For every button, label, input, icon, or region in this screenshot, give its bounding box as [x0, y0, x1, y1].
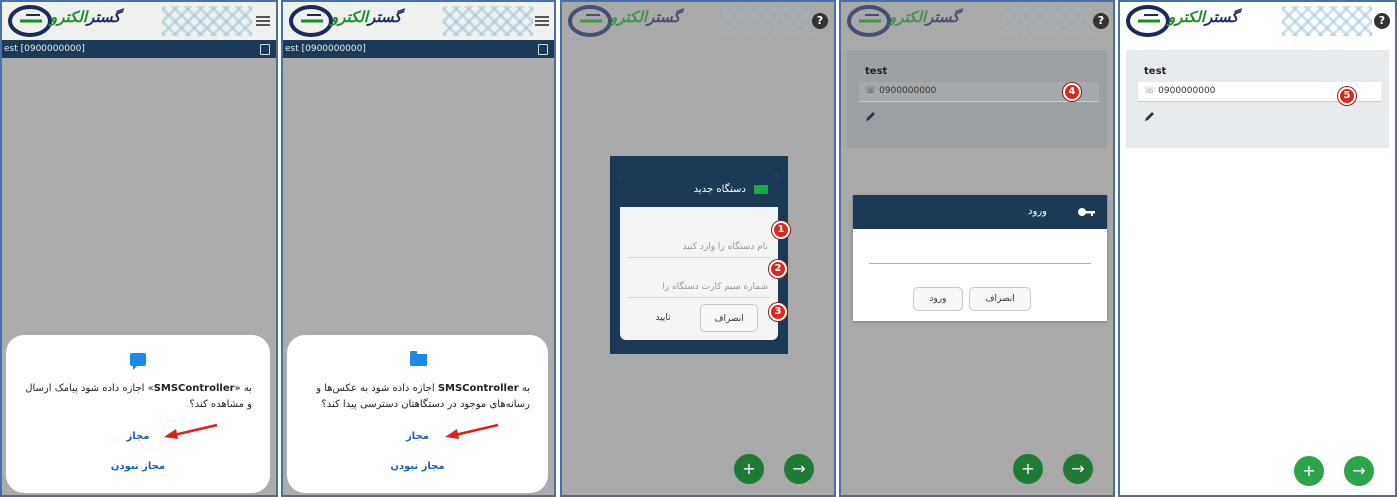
help-icon[interactable]: ?: [1374, 13, 1390, 29]
screen-login: گسترالکترو ? test ☏ 0900000000 4 ورود ان…: [839, 0, 1115, 497]
permission-dialog: به «SMSController» اجازه داده شود پیامک …: [6, 335, 270, 493]
logo-text-part2: گستر: [647, 8, 681, 26]
cancel-button[interactable]: انصراف: [700, 304, 758, 332]
add-button[interactable]: +: [1294, 456, 1324, 486]
edit-icon[interactable]: [865, 110, 877, 122]
logo-text-part2: گستر: [368, 8, 402, 26]
red-arrow-icon: [445, 423, 499, 439]
logo-text: گسترالکترو: [50, 8, 120, 26]
red-arrow-icon: [164, 423, 218, 439]
screen-new-device: گسترالکترو ? دستگاه جدید نام دستگاه را و…: [560, 0, 836, 497]
next-button[interactable]: →: [784, 454, 814, 484]
new-device-frame: دستگاه جدید نام دستگاه را وارد کنید شمار…: [610, 156, 788, 354]
deny-button[interactable]: مجاز نبودن: [287, 461, 548, 472]
next-button[interactable]: →: [1063, 454, 1093, 484]
confirm-button[interactable]: تایید: [638, 304, 688, 332]
device-name-field[interactable]: نام دستگاه را وارد کنید: [628, 236, 770, 258]
allow-button[interactable]: مجاز: [287, 431, 548, 442]
logo-text-part1: الکترو: [1168, 8, 1206, 26]
menu-icon[interactable]: [535, 16, 549, 26]
logo-text: گسترالکترو: [1168, 8, 1238, 26]
permission-text: به SMSController اجازه داده شود به عکس‌ه…: [305, 381, 530, 413]
sim-card-icon[interactable]: [538, 44, 548, 55]
app-header: گسترالکترو ?: [841, 2, 1113, 42]
screen-sms-permission: گسترالکترو est [0900000000] به «SMSContr…: [0, 0, 278, 497]
new-device-dialog: دستگاه جدید نام دستگاه را وارد کنید شمار…: [620, 172, 778, 340]
cancel-button[interactable]: انصراف: [969, 287, 1031, 311]
add-button[interactable]: +: [1013, 454, 1043, 484]
app-header: گسترالکترو ?: [562, 2, 834, 42]
device-phone-number: 0900000000: [879, 86, 937, 96]
app-header: گسترالکترو ?: [1120, 2, 1395, 42]
help-icon[interactable]: ?: [1093, 13, 1109, 29]
logo-text-part1: الکترو: [610, 8, 648, 26]
device-subbar: est [0900000000]: [2, 40, 276, 58]
sim-card-icon: [754, 185, 768, 194]
permission-text: به «SMSController» اجازه داده شود پیامک …: [24, 381, 252, 413]
step-badge-2: 2: [769, 260, 787, 278]
logo-text: گسترالکترو: [331, 8, 401, 26]
device-name: test: [1144, 66, 1167, 77]
logo-text-part2: گستر: [926, 8, 960, 26]
dialog-title: ورود: [853, 195, 1107, 229]
folder-icon: [409, 351, 427, 366]
permission-dialog: به SMSController اجازه داده شود به عکس‌ه…: [287, 335, 548, 493]
screenshot-strip: گسترالکترو est [0900000000] به «SMSContr…: [0, 0, 1397, 497]
step-badge-4: 4: [1063, 83, 1081, 101]
header-pattern: [162, 6, 252, 36]
logo-text-part2: گستر: [1205, 8, 1239, 26]
menu-icon[interactable]: [256, 16, 270, 26]
permission-text-prefix: به «: [234, 383, 252, 394]
logo-text-part2: گستر: [87, 8, 121, 26]
allow-button[interactable]: مجاز: [6, 431, 270, 442]
screen-device-list: گسترالکترو ? test ☏ 0900000000 5 + →: [1118, 0, 1397, 497]
app-header: گسترالکترو: [283, 2, 554, 42]
edit-icon[interactable]: [1144, 110, 1156, 122]
screen-media-permission: گسترالکترو est [0900000000] به SMSContro…: [281, 0, 556, 497]
device-subbar: est [0900000000]: [283, 40, 554, 58]
login-button[interactable]: ورود: [913, 287, 963, 311]
device-name: test: [865, 66, 888, 77]
deny-button[interactable]: مجاز نبودن: [6, 461, 270, 472]
phone-icon: ☏: [865, 86, 877, 96]
logo-text-part1: الکترو: [889, 8, 927, 26]
step-badge-3: 3: [769, 303, 787, 321]
permission-app-name: SMSController: [437, 383, 519, 394]
permission-text-prefix: به: [518, 383, 530, 394]
add-button[interactable]: +: [734, 454, 764, 484]
app-header: گسترالکترو: [2, 2, 276, 42]
sim-number-field[interactable]: شماره سیم کارت دستگاه را: [628, 276, 770, 298]
header-pattern: [1001, 6, 1091, 36]
logo-text-part1: الکترو: [331, 8, 369, 26]
step-badge-1: 1: [772, 221, 790, 239]
message-icon: [130, 353, 146, 370]
logo-text-part1: الکترو: [50, 8, 88, 26]
password-input[interactable]: [869, 263, 1091, 264]
logo-text: گسترالکترو: [610, 8, 680, 26]
login-dialog: ورود انصراف ورود: [853, 195, 1107, 321]
header-pattern: [443, 6, 533, 36]
help-icon[interactable]: ?: [812, 13, 828, 29]
logo-text: گسترالکترو: [889, 8, 959, 26]
next-button[interactable]: →: [1344, 456, 1374, 486]
permission-app-name: SMSController: [153, 383, 235, 394]
sim-card-icon[interactable]: [260, 44, 270, 55]
header-pattern: [722, 6, 812, 36]
device-phone-number: 0900000000: [1158, 86, 1216, 96]
key-icon: [1078, 208, 1095, 216]
phone-icon: ☏: [1144, 86, 1156, 96]
header-pattern: [1282, 6, 1372, 36]
step-badge-5: 5: [1338, 87, 1356, 105]
